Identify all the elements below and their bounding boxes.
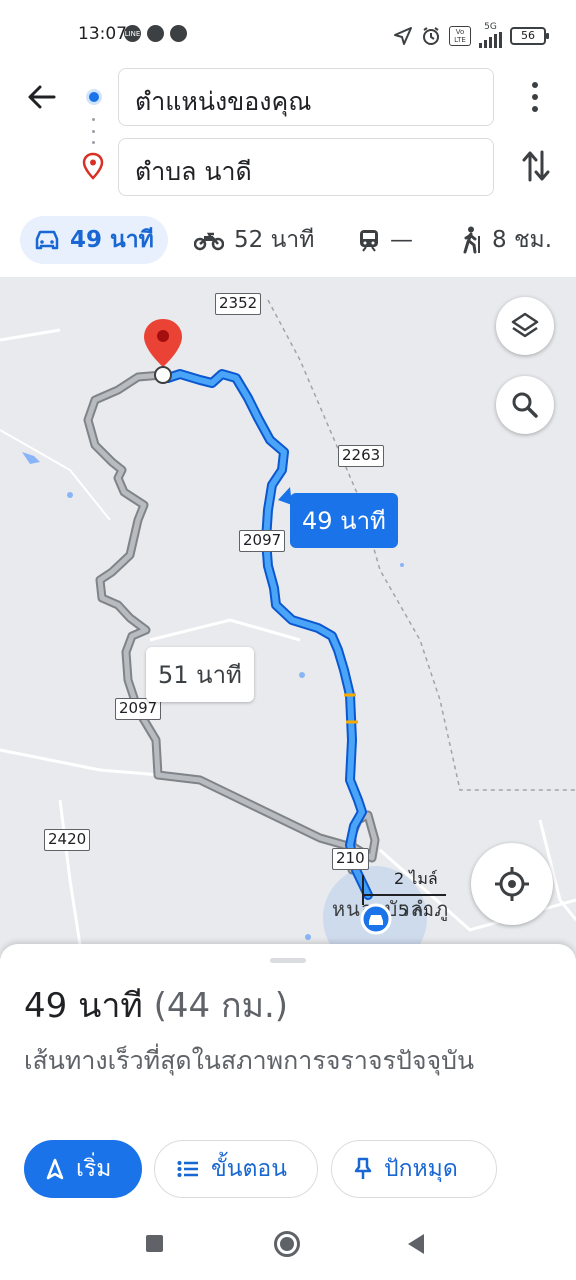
destination-marker-icon (144, 319, 182, 384)
route-description: เส้นทางเร็วที่สุดในสภาพการจราจรปัจจุบัน (24, 1046, 475, 1075)
tab-drive[interactable]: 49 นาที (20, 216, 168, 264)
steps-label: ขั้นตอน (211, 1156, 287, 1182)
clock: 13:07 (78, 24, 127, 44)
pin-button[interactable]: ปักหมุด (331, 1140, 497, 1198)
tab-walk-label: 8 ชม. (492, 227, 553, 253)
alarm-icon (423, 26, 439, 45)
home-icon[interactable] (274, 1231, 300, 1257)
sheet-drag-handle[interactable] (270, 958, 306, 963)
origin-field[interactable]: ตำแหน่งของคุณ (118, 68, 494, 126)
chrome-icon (170, 25, 187, 42)
line-icon: LINE (124, 25, 141, 42)
tab-transit[interactable]: — (358, 216, 413, 264)
layers-icon (511, 312, 539, 338)
location-arrow-icon (394, 26, 412, 45)
route-duration: 49 นาที (24, 986, 143, 1026)
car-icon (35, 230, 59, 250)
steps-button[interactable]: ขั้นตอน (154, 1140, 318, 1198)
route-connector (92, 118, 96, 144)
map-view[interactable]: 2352 2263 2097 2097 2420 210 49 นาที 51 … (0, 279, 576, 959)
list-icon (177, 1161, 198, 1177)
back-triangle-icon[interactable] (408, 1234, 424, 1254)
chrome-icon (147, 25, 164, 42)
volte-icon: Vo LTE (449, 25, 471, 46)
tab-motorcycle[interactable]: 52 นาที (194, 216, 314, 264)
tab-drive-label: 49 นาที (70, 227, 154, 253)
scale-miles: 2 ไมล์ (394, 869, 438, 888)
destination-field[interactable]: ตำบล นาดี (118, 138, 494, 196)
battery-icon: 56 (510, 26, 549, 45)
back-arrow-icon[interactable] (24, 80, 58, 114)
my-location-button[interactable] (471, 843, 553, 925)
search-icon (512, 392, 538, 418)
route-details-sheet[interactable]: 49 นาที (44 กม.) เส้นทางเร็วที่สุดในสภาพ… (0, 944, 576, 1210)
road-shield: 2097 (239, 530, 286, 552)
start-button[interactable]: เริ่ม (24, 1140, 142, 1198)
navigation-arrow-icon (46, 1158, 64, 1180)
route-summary: 49 นาที (44 กม.) (24, 978, 288, 1032)
swap-icon[interactable] (520, 148, 552, 184)
motorcycle-icon (194, 232, 224, 251)
search-button[interactable] (496, 376, 554, 434)
system-navigation-bar (0, 1210, 576, 1280)
alternate-route-time[interactable]: 51 นาที (146, 647, 254, 702)
current-location-car-icon (360, 903, 392, 935)
primary-route-time[interactable]: 49 นาที (290, 493, 398, 548)
tab-walk[interactable]: 8 ชม. (460, 216, 552, 264)
destination-pin-icon (82, 152, 104, 180)
crosshair-icon (495, 867, 529, 901)
road-shield: 2352 (215, 293, 262, 315)
signal-icon (479, 32, 502, 48)
pushpin-icon (354, 1157, 372, 1179)
train-icon (360, 230, 378, 252)
road-shield: 2263 (338, 445, 385, 467)
more-options-icon[interactable] (526, 82, 544, 112)
hiking-icon (463, 226, 480, 254)
recents-icon[interactable] (146, 1235, 163, 1252)
pin-label: ปักหมุด (384, 1156, 458, 1182)
route-distance: (44 กม.) (153, 986, 289, 1026)
travel-mode-tabs: 49 นาที 52 นาที — 8 ชม. (0, 212, 576, 268)
tab-motorcycle-label: 52 นาที (234, 227, 315, 253)
start-label: เริ่ม (76, 1156, 112, 1182)
tab-transit-label: — (390, 227, 413, 253)
status-bar: 13:07 LINE Vo LTE 5G 56 (0, 0, 576, 64)
origin-dot-icon (86, 89, 102, 105)
network-type: 5G (484, 22, 497, 32)
road-shield: 2420 (44, 829, 91, 851)
layers-button[interactable] (496, 297, 554, 355)
